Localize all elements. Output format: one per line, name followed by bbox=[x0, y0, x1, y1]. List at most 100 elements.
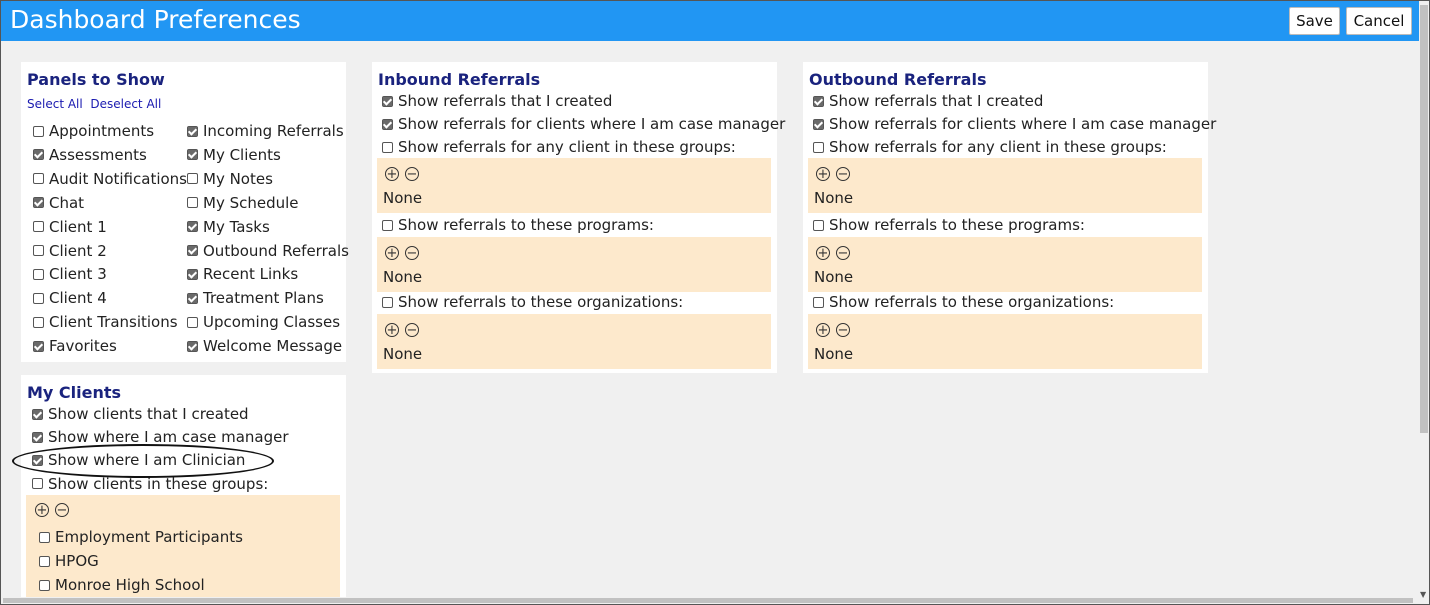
panel-option-checkbox[interactable] bbox=[187, 245, 198, 256]
my-clients-option-checkbox[interactable] bbox=[32, 478, 43, 490]
referral-option-case-manager-checkbox[interactable] bbox=[382, 118, 393, 130]
plus-circle-icon[interactable]: + bbox=[385, 323, 399, 337]
group-option-checkbox[interactable] bbox=[39, 531, 50, 543]
plus-circle-icon[interactable]: + bbox=[35, 503, 49, 517]
my-clients-option[interactable]: Show clients that I created bbox=[32, 404, 249, 424]
my-clients-option[interactable]: Show clients in these groups: bbox=[32, 474, 268, 494]
panel-option-checkbox[interactable] bbox=[187, 316, 198, 328]
referral-option-case-manager-checkbox[interactable] bbox=[813, 118, 824, 130]
panel-option[interactable]: Treatment Plans bbox=[187, 288, 324, 308]
panel-option[interactable]: Client Transitions bbox=[33, 312, 178, 332]
minus-circle-icon[interactable]: − bbox=[405, 246, 419, 260]
panel-option-checkbox[interactable] bbox=[33, 292, 44, 304]
group-option[interactable]: Employment Participants bbox=[39, 527, 243, 547]
my-clients-option[interactable]: Show where I am case manager bbox=[32, 427, 289, 447]
panel-option[interactable]: Welcome Message bbox=[187, 336, 342, 356]
panel-option-checkbox[interactable] bbox=[33, 197, 44, 209]
minus-circle-icon[interactable]: − bbox=[55, 503, 69, 517]
my-clients-option-checkbox[interactable] bbox=[32, 431, 43, 443]
panel-option[interactable]: Chat bbox=[33, 193, 84, 213]
select-all-link[interactable]: Select All bbox=[27, 97, 83, 111]
panel-option[interactable]: Client 4 bbox=[33, 288, 107, 308]
group-option-checkbox[interactable] bbox=[39, 579, 50, 591]
panel-option[interactable]: My Notes bbox=[187, 169, 273, 189]
referral-option-groups[interactable]: Show referrals for any client in these g… bbox=[382, 137, 736, 157]
cancel-button[interactable]: Cancel bbox=[1346, 7, 1412, 35]
referral-option-groups[interactable]: Show referrals for any client in these g… bbox=[813, 137, 1167, 157]
group-option[interactable]: HPOG bbox=[39, 551, 99, 571]
plus-circle-icon[interactable]: + bbox=[816, 246, 830, 260]
panel-option[interactable]: Client 1 bbox=[33, 217, 107, 237]
scroll-down-arrow-icon[interactable]: ▼ bbox=[1420, 590, 1426, 599]
referral-option-groups-checkbox[interactable] bbox=[813, 141, 824, 153]
referral-option-organizations[interactable]: Show referrals to these organizations: bbox=[813, 292, 1114, 312]
referral-option-programs-checkbox[interactable] bbox=[813, 219, 824, 231]
panel-option-checkbox[interactable] bbox=[187, 149, 198, 161]
group-option-checkbox[interactable] bbox=[39, 555, 50, 567]
my-clients-option-checkbox[interactable] bbox=[32, 454, 43, 466]
minus-circle-icon[interactable]: − bbox=[836, 246, 850, 260]
referral-option-organizations-checkbox[interactable] bbox=[382, 296, 393, 308]
panel-option[interactable]: Favorites bbox=[33, 336, 117, 356]
minus-circle-icon[interactable]: − bbox=[405, 323, 419, 337]
referral-option-created[interactable]: Show referrals that I created bbox=[813, 91, 1043, 111]
my-clients-option-checkbox[interactable] bbox=[32, 408, 43, 420]
referral-option-created[interactable]: Show referrals that I created bbox=[382, 91, 612, 111]
my-clients-option-label: Show where I am Clinician bbox=[48, 451, 246, 470]
panel-option[interactable]: Upcoming Classes bbox=[187, 312, 340, 332]
minus-circle-icon[interactable]: − bbox=[836, 323, 850, 337]
panel-option[interactable]: Client 2 bbox=[33, 241, 107, 261]
panel-option-checkbox[interactable] bbox=[33, 245, 44, 256]
referral-option-created-checkbox[interactable] bbox=[382, 95, 393, 107]
panel-option[interactable]: Incoming Referrals bbox=[187, 121, 344, 141]
panel-option-checkbox[interactable] bbox=[187, 268, 198, 280]
horizontal-scrollbar[interactable] bbox=[1, 597, 1419, 604]
panel-option[interactable]: Appointments bbox=[33, 121, 154, 141]
referral-option-programs-checkbox[interactable] bbox=[382, 219, 393, 231]
minus-circle-icon[interactable]: − bbox=[836, 167, 850, 181]
my-clients-option[interactable]: Show where I am Clinician bbox=[32, 450, 245, 470]
panel-option-checkbox[interactable] bbox=[187, 197, 198, 209]
vertical-scroll-thumb[interactable] bbox=[1420, 5, 1428, 433]
panel-option-checkbox[interactable] bbox=[187, 173, 198, 185]
panel-option[interactable]: Assessments bbox=[33, 145, 147, 165]
panel-option-checkbox[interactable] bbox=[33, 125, 44, 137]
referral-option-programs[interactable]: Show referrals to these programs: bbox=[813, 215, 1085, 235]
panel-option[interactable]: Audit Notifications bbox=[33, 169, 187, 189]
panel-option-checkbox[interactable] bbox=[187, 125, 198, 137]
plus-circle-icon[interactable]: + bbox=[385, 167, 399, 181]
referral-programs-box: + − None bbox=[808, 237, 1202, 292]
plus-circle-icon[interactable]: + bbox=[816, 323, 830, 337]
vertical-scrollbar[interactable]: ▼ bbox=[1419, 1, 1429, 599]
horizontal-scroll-thumb[interactable] bbox=[3, 598, 1413, 603]
plus-circle-icon[interactable]: + bbox=[385, 246, 399, 260]
panel-option-checkbox[interactable] bbox=[33, 340, 44, 352]
referral-option-case-manager[interactable]: Show referrals for clients where I am ca… bbox=[382, 114, 785, 134]
plus-circle-icon[interactable]: + bbox=[816, 167, 830, 181]
panel-option[interactable]: Recent Links bbox=[187, 264, 298, 284]
panel-option-checkbox[interactable] bbox=[187, 221, 198, 233]
panel-option[interactable]: My Schedule bbox=[187, 193, 299, 213]
deselect-all-link[interactable]: Deselect All bbox=[90, 97, 161, 111]
panel-option-checkbox[interactable] bbox=[33, 268, 44, 280]
referral-option-organizations-checkbox[interactable] bbox=[813, 296, 824, 308]
panel-option-checkbox[interactable] bbox=[33, 316, 44, 328]
panel-option-checkbox[interactable] bbox=[187, 292, 198, 304]
panel-option[interactable]: My Tasks bbox=[187, 217, 270, 237]
referral-option-organizations[interactable]: Show referrals to these organizations: bbox=[382, 292, 683, 312]
referral-option-groups-checkbox[interactable] bbox=[382, 141, 393, 153]
save-button[interactable]: Save bbox=[1289, 7, 1340, 35]
panel-option-checkbox[interactable] bbox=[33, 149, 44, 161]
group-option[interactable]: Monroe High School bbox=[39, 575, 205, 595]
panel-option[interactable]: Outbound Referrals bbox=[187, 241, 349, 261]
referral-option-created-checkbox[interactable] bbox=[813, 95, 824, 107]
referral-option-case-manager-label: Show referrals for clients where I am ca… bbox=[398, 115, 786, 133]
panel-option-checkbox[interactable] bbox=[187, 340, 198, 352]
panel-option[interactable]: My Clients bbox=[187, 145, 281, 165]
panel-option-checkbox[interactable] bbox=[33, 173, 44, 185]
referral-option-case-manager[interactable]: Show referrals for clients where I am ca… bbox=[813, 114, 1216, 134]
referral-option-programs[interactable]: Show referrals to these programs: bbox=[382, 215, 654, 235]
panel-option-checkbox[interactable] bbox=[33, 221, 44, 233]
minus-circle-icon[interactable]: − bbox=[405, 167, 419, 181]
panel-option[interactable]: Client 3 bbox=[33, 264, 107, 284]
